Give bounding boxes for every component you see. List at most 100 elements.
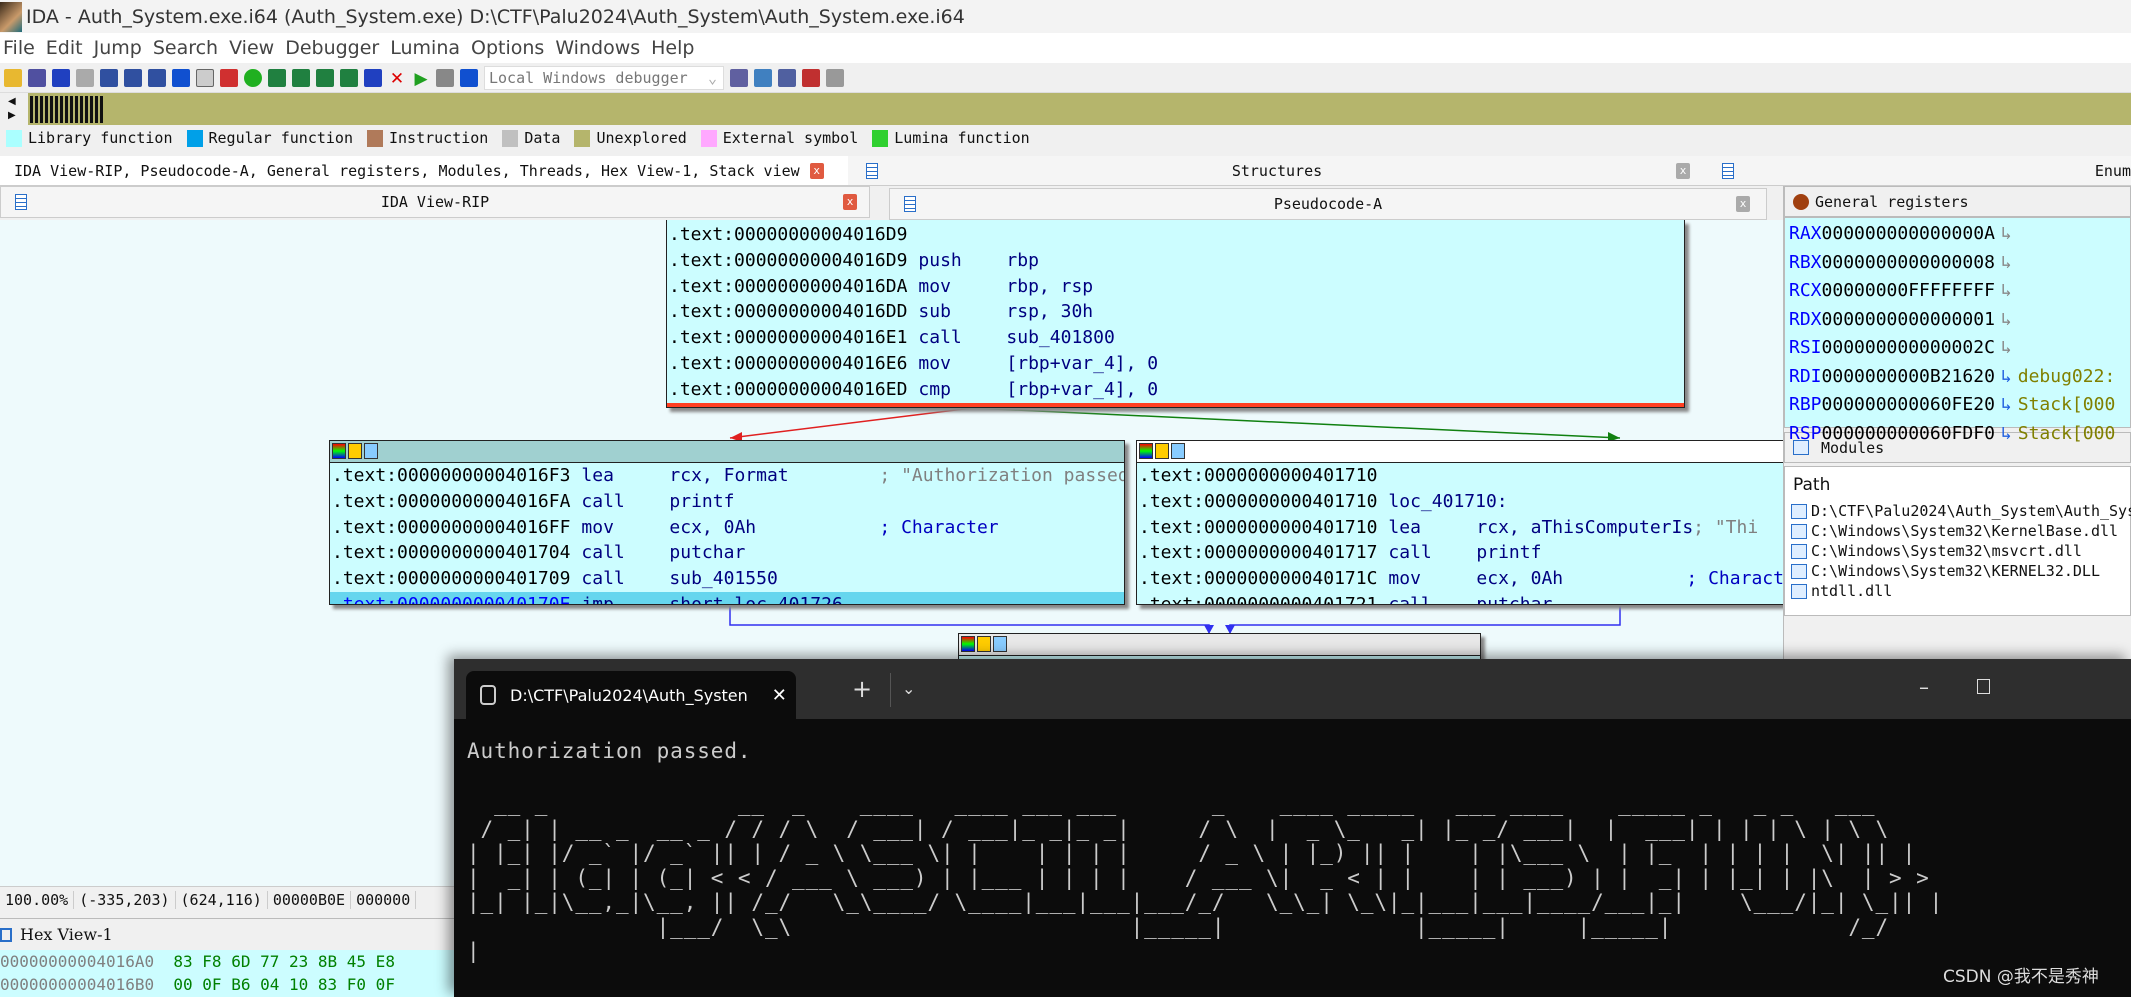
- jump-arrow-icon[interactable]: ↳: [2001, 423, 2012, 444]
- maximize-icon[interactable]: [1977, 679, 1990, 694]
- menu-options[interactable]: Options: [468, 37, 552, 59]
- menu-edit[interactable]: Edit: [43, 37, 91, 59]
- close-icon[interactable]: x: [809, 162, 824, 179]
- play-icon[interactable]: ▶: [412, 69, 430, 89]
- register-row[interactable]: RAX000000000000000A ↳: [1785, 220, 2130, 249]
- hex-row[interactable]: 00000000004016B0 00 0F B6 04 10 83 F0 0F: [0, 973, 460, 996]
- graph-icon[interactable]: [364, 443, 378, 459]
- terminal-output[interactable]: Authorization passed. __ _ __ _ ____ ___…: [454, 719, 2131, 964]
- ida-view-header[interactable]: IDA View-RIP x: [0, 186, 870, 218]
- disasm-line[interactable]: .text:00000000004016FF mov ecx, 0Ah ; Chara…: [330, 515, 1124, 541]
- debugger-select[interactable]: Local Windows debugger ⌄: [484, 65, 724, 90]
- disasm-line[interactable]: .text:0000000000401709 call sub_401550: [330, 566, 1124, 592]
- menu-search[interactable]: Search: [150, 37, 226, 59]
- menu-windows[interactable]: Windows: [552, 37, 648, 59]
- disasm-line[interactable]: .text:000000000040171C mov ecx, 0Ah ; Chara…: [1137, 566, 1795, 592]
- menu-jump[interactable]: Jump: [91, 37, 150, 59]
- make-string-icon[interactable]: [316, 68, 334, 87]
- jump-arrow-icon[interactable]: ↳: [2001, 394, 2012, 415]
- terminal-tab[interactable]: D:\CTF\Palu2024\Auth_Systen ✕: [466, 671, 796, 719]
- open-icon[interactable]: [4, 68, 22, 87]
- disasm-line[interactable]: .text:00000000004016DD sub rsp, 30h: [667, 299, 1684, 325]
- text-mode-icon[interactable]: [196, 68, 214, 87]
- hex-view-header[interactable]: Hex View-1: [0, 918, 460, 950]
- close-icon[interactable]: x: [1736, 196, 1750, 212]
- disasm-line[interactable]: .text:00000000004016D9: [667, 222, 1684, 248]
- close-tab-icon[interactable]: ✕: [772, 685, 787, 706]
- rename-icon[interactable]: [364, 68, 382, 87]
- disasm-line[interactable]: .text:0000000000401717 call printf: [1137, 540, 1795, 566]
- new-tab-icon[interactable]: +: [852, 675, 872, 703]
- register-row[interactable]: RBX0000000000000008 ↳: [1785, 249, 2130, 278]
- graph-icon[interactable]: [220, 68, 238, 87]
- tab-structures[interactable]: Structures x: [848, 156, 1706, 186]
- disasm-line[interactable]: .text:00000000004016E1 call sub_401800: [667, 325, 1684, 351]
- disasm-line[interactable]: .text:0000000000401704 call putchar: [330, 540, 1124, 566]
- nav-scroll-arrows[interactable]: ◀ ▶: [0, 93, 28, 125]
- module-row[interactable]: D:\CTF\Palu2024\Auth_System\Auth_System.…: [1785, 501, 2131, 521]
- breakpoints-icon[interactable]: [778, 68, 796, 87]
- undefine-icon[interactable]: ✕: [388, 69, 406, 89]
- edit-icon[interactable]: [1155, 443, 1169, 459]
- tab-main[interactable]: IDA View-RIP, Pseudocode-A, General regi…: [0, 156, 848, 186]
- modules-column-path[interactable]: Path: [1785, 467, 2130, 501]
- menu-lumina[interactable]: Lumina: [387, 37, 468, 59]
- add-breakpoint-icon[interactable]: [802, 68, 820, 87]
- make-array-icon[interactable]: [340, 68, 358, 87]
- jump-arrow-icon[interactable]: ↳: [2001, 366, 2012, 387]
- disasm-line[interactable]: .text:0000000000401721 call putchar: [1137, 592, 1795, 604]
- menu-view[interactable]: View: [226, 37, 282, 59]
- lumina-icon[interactable]: [244, 68, 262, 87]
- register-row[interactable]: RDX0000000000000001 ↳: [1785, 306, 2130, 335]
- code-block-entry[interactable]: .text:00000000004016D9 .text:000000000040…: [666, 220, 1685, 408]
- tab-dropdown-icon[interactable]: ⌄: [902, 679, 915, 698]
- menu-help[interactable]: Help: [648, 37, 702, 59]
- close-icon[interactable]: x: [843, 194, 857, 210]
- hex-view[interactable]: 00000000004016A0 83 F8 6D 77 23 8B 45 E8…: [0, 950, 460, 997]
- color-icon[interactable]: [1139, 443, 1153, 459]
- code-block-loc-401710[interactable]: .text:0000000000401710 .text:000000000040…: [1136, 440, 1796, 605]
- graph-icon[interactable]: [993, 636, 1007, 652]
- disasm-line[interactable]: .text:00000000004016F1 jnzshort loc_40171…: [667, 402, 1684, 407]
- navigation-band[interactable]: [0, 93, 2131, 125]
- jump-arrow-icon[interactable]: ↳: [2001, 337, 2012, 358]
- disasm-line[interactable]: .text:00000000004016DA mov rbp, rsp: [667, 274, 1684, 300]
- step-into-icon[interactable]: [730, 68, 748, 87]
- make-data-icon[interactable]: [292, 68, 310, 87]
- jump-arrow-icon[interactable]: ↳: [2001, 280, 2012, 301]
- disasm-line[interactable]: .text:00000000004016E6 mov [rbp+var_4], 0: [667, 351, 1684, 377]
- disasm-line[interactable]: .text:00000000004016F3 lea rcx, Format ; "A…: [330, 463, 1124, 489]
- forward-icon[interactable]: [76, 68, 94, 87]
- make-code-icon[interactable]: [268, 68, 286, 87]
- disasm-line[interactable]: .text:00000000004016ED cmp [rbp+var_4], 0: [667, 377, 1684, 403]
- delete-breakpoint-icon[interactable]: [826, 68, 844, 87]
- jump-arrow-icon[interactable]: ↳: [2001, 223, 2012, 244]
- pause-icon[interactable]: [436, 68, 454, 87]
- hex-row[interactable]: 00000000004016A0 83 F8 6D 77 23 8B 45 E8: [0, 950, 460, 973]
- disasm-line[interactable]: .text:00000000004016D9 push rbp: [667, 248, 1684, 274]
- close-icon[interactable]: x: [1676, 162, 1690, 179]
- minimize-icon[interactable]: –: [1919, 675, 1929, 699]
- edit-icon[interactable]: [348, 443, 362, 459]
- search-imm-icon[interactable]: [148, 68, 166, 87]
- jump-down-icon[interactable]: [172, 68, 190, 87]
- module-row[interactable]: C:\Windows\System32\KernelBase.dll: [1785, 521, 2130, 541]
- register-row[interactable]: RDI0000000000B21620 ↳ debug022:: [1785, 363, 2130, 392]
- module-row[interactable]: ntdll.dll: [1785, 581, 2130, 601]
- jump-arrow-icon[interactable]: ↳: [2001, 252, 2012, 273]
- stop-icon[interactable]: [460, 68, 478, 87]
- register-row[interactable]: RSI000000000000002C ↳: [1785, 334, 2130, 363]
- disasm-line[interactable]: .text:0000000000401710: [1137, 463, 1795, 489]
- module-row[interactable]: C:\Windows\System32\msvcrt.dll: [1785, 541, 2130, 561]
- pseudocode-header[interactable]: Pseudocode-A x: [889, 188, 1767, 220]
- register-row[interactable]: RCX00000000FFFFFFFF ↳: [1785, 277, 2130, 306]
- module-row[interactable]: C:\Windows\System32\KERNEL32.DLL: [1785, 561, 2130, 581]
- edit-icon[interactable]: [977, 636, 991, 652]
- save-icon[interactable]: [28, 68, 46, 87]
- graph-icon[interactable]: [1171, 443, 1185, 459]
- step-over-icon[interactable]: [754, 68, 772, 87]
- disasm-line[interactable]: .text:0000000000401710 loc_401710:: [1137, 489, 1795, 515]
- jump-arrow-icon[interactable]: ↳: [2001, 309, 2012, 330]
- back-icon[interactable]: [52, 68, 70, 87]
- disasm-line[interactable]: .text:00000000004016FA call printf: [330, 489, 1124, 515]
